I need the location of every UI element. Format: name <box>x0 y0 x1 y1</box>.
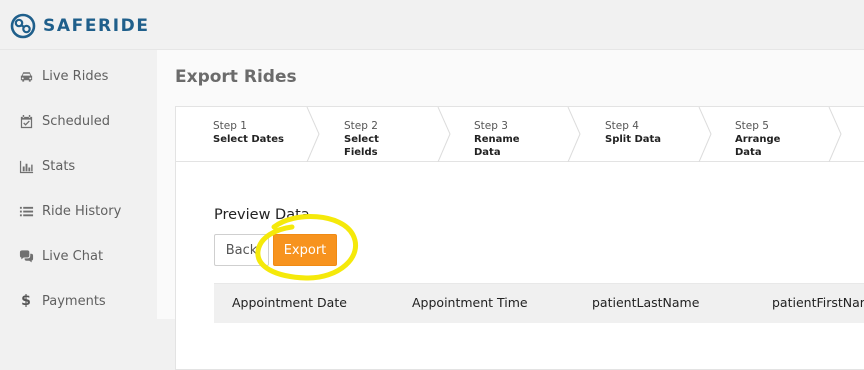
top-bar: SAFERIDE <box>0 0 864 50</box>
wizard-steps: Step 1 Select Dates Step 2 Select Fields… <box>176 107 864 162</box>
sidebar: Live Rides Scheduled Stats Ride History … <box>0 50 157 319</box>
sidebar-item-label: Ride History <box>42 203 122 219</box>
chat-bubbles-icon <box>18 248 34 264</box>
sidebar-item-payments[interactable]: $ Payments <box>0 286 157 316</box>
step-divider <box>567 107 581 162</box>
step-number: Step 3 <box>474 120 508 132</box>
step-name: Split Data <box>605 134 662 145</box>
brand-logo[interactable]: SAFERIDE <box>10 13 150 39</box>
step-number: Step 2 <box>344 120 378 132</box>
column-header[interactable]: patientLastName <box>592 295 699 310</box>
step-name: Rename Data <box>474 134 520 158</box>
export-wizard: Step 1 Select Dates Step 2 Select Fields… <box>175 106 864 370</box>
main-content: Export Rides Step 1 Select Dates Step 2 … <box>157 50 864 370</box>
sidebar-item-label: Payments <box>42 293 106 309</box>
sidebar-item-label: Live Rides <box>42 68 109 84</box>
list-icon <box>18 203 34 219</box>
step-divider <box>828 107 842 162</box>
preview-table-header: Appointment Date Appointment Time patien… <box>214 283 864 323</box>
step-5[interactable]: Step 5 Arrange Data <box>735 107 825 162</box>
column-header[interactable]: Appointment Date <box>232 295 347 310</box>
step-divider <box>306 107 320 162</box>
step-3[interactable]: Step 3 Rename Data <box>474 107 564 162</box>
column-header[interactable]: patientFirstName <box>772 295 864 310</box>
calendar-check-icon <box>18 113 34 129</box>
step-name: Select Dates <box>213 134 284 145</box>
page-title: Export Rides <box>175 67 297 87</box>
saferide-logo-icon <box>10 13 36 39</box>
step-number: Step 5 <box>735 120 769 132</box>
step-2[interactable]: Step 2 Select Fields <box>344 107 434 162</box>
sidebar-item-ride-history[interactable]: Ride History <box>0 196 157 226</box>
sidebar-item-label: Live Chat <box>42 248 104 264</box>
step-divider <box>698 107 712 162</box>
sidebar-item-scheduled[interactable]: Scheduled <box>0 106 157 136</box>
sidebar-item-stats[interactable]: Stats <box>0 151 157 181</box>
step-number: Step 4 <box>605 120 639 132</box>
step-4[interactable]: Step 4 Split Data <box>605 107 695 162</box>
step-number: Step 1 <box>213 120 247 132</box>
step-name: Arrange Data <box>735 134 781 158</box>
step-name: Select Fields <box>344 134 379 158</box>
sidebar-item-live-chat[interactable]: Live Chat <box>0 241 157 271</box>
sidebar-item-live-rides[interactable]: Live Rides <box>0 61 157 91</box>
highlight-annotation <box>255 214 358 281</box>
dollar-icon: $ <box>21 293 31 309</box>
column-header[interactable]: Appointment Time <box>412 295 528 310</box>
brand-name: SAFERIDE <box>43 16 150 36</box>
car-icon <box>18 68 34 84</box>
step-divider <box>437 107 451 162</box>
sidebar-item-label: Stats <box>42 158 76 174</box>
sidebar-item-label: Scheduled <box>42 113 110 129</box>
bar-chart-icon <box>18 158 34 174</box>
step-1[interactable]: Step 1 Select Dates <box>213 107 313 162</box>
